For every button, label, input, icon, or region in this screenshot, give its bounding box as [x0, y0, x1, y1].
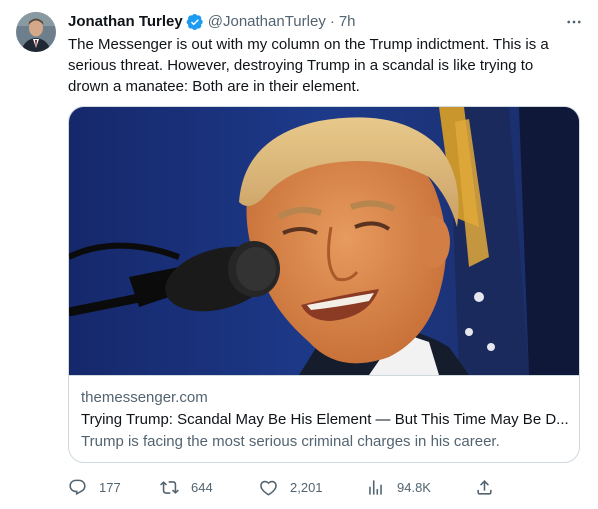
more-options-icon — [567, 20, 581, 24]
card-image — [69, 107, 579, 375]
retweet-count: 644 — [191, 479, 213, 495]
reply-count: 177 — [99, 479, 121, 495]
tweet-text: The Messenger is out with my column on t… — [68, 36, 549, 95]
retweet-button[interactable]: 644 — [160, 476, 213, 498]
views-button[interactable]: 94.8K — [366, 476, 431, 498]
tweet-header: Jonathan Turley @JonathanTurley · 7h — [68, 12, 586, 32]
tweet[interactable]: Jonathan Turley @JonathanTurley · 7h The… — [0, 0, 598, 509]
views-icon — [369, 479, 382, 495]
tweet-timestamp[interactable]: 7h — [339, 12, 356, 32]
retweet-icon — [160, 480, 179, 494]
author-name[interactable]: Jonathan Turley — [68, 12, 183, 32]
reply-button[interactable]: 177 — [68, 476, 121, 498]
action-bar: 177 644 2,201 94.8K — [68, 476, 498, 498]
like-button[interactable]: 2,201 — [259, 476, 323, 498]
share-icon — [477, 479, 492, 495]
card-meta: themessenger.com Trying Trump: Scandal M… — [69, 375, 579, 462]
separator-dot: · — [329, 13, 335, 30]
card-description: Trump is facing the most serious crimina… — [81, 433, 500, 450]
more-options-button[interactable] — [564, 12, 584, 32]
share-button[interactable] — [475, 476, 506, 498]
card-domain: themessenger.com — [81, 389, 208, 406]
link-card[interactable]: themessenger.com Trying Trump: Scandal M… — [68, 106, 580, 463]
views-count: 94.8K — [397, 479, 431, 495]
avatar[interactable] — [16, 12, 56, 52]
like-count: 2,201 — [290, 479, 323, 495]
verified-badge-icon — [186, 13, 203, 31]
card-title[interactable]: Trying Trump: Scandal May Be His Element… — [81, 410, 569, 430]
reply-icon — [69, 479, 86, 495]
like-icon — [260, 480, 277, 496]
author-handle[interactable]: @JonathanTurley — [208, 12, 326, 32]
